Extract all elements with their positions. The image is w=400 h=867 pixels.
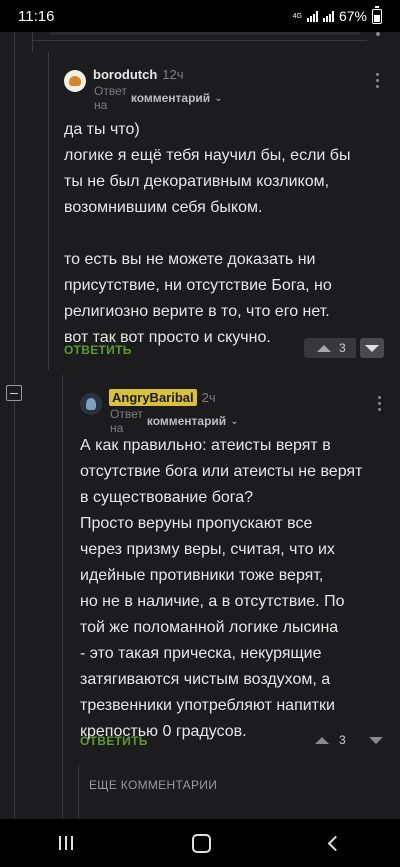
vote-controls: 3: [304, 338, 384, 358]
arrow-up-icon: [315, 736, 329, 744]
more-comments-link[interactable]: ЕЩЕ КОММЕНТАРИИ: [89, 778, 217, 792]
comment-body: А как правильно: атеисты верят в отсутст…: [80, 437, 363, 740]
system-nav-bar: [0, 819, 400, 867]
downvote-button[interactable]: [360, 338, 384, 358]
chevron-down-icon: ⌄: [230, 415, 239, 427]
recent-apps-icon[interactable]: [59, 836, 74, 850]
thread-line-level5: [78, 765, 79, 820]
comment-time: 12ч: [162, 66, 184, 82]
home-icon[interactable]: [191, 833, 211, 853]
app-screen: 11:16 4G 67% borodutch 12ч Ответ на комм…: [0, 0, 400, 867]
cat-avatar-icon[interactable]: [64, 70, 86, 92]
back-icon[interactable]: [327, 835, 343, 851]
status-icons: 4G 67%: [292, 5, 382, 24]
thread-line-level1: [14, 32, 15, 384]
author-name[interactable]: AngryBaribal: [109, 388, 197, 406]
signal-icon-2: [322, 10, 334, 22]
thread-line-level4: [62, 375, 63, 820]
minus-icon: [10, 392, 18, 394]
network-type: 4G: [292, 12, 302, 20]
reply-to-link[interactable]: Ответ на комментарий ⌄: [110, 407, 239, 435]
kebab-menu-icon-partial: [376, 32, 380, 36]
signal-icon: [306, 10, 318, 22]
rating-count: 3: [339, 733, 346, 747]
separator-top: [32, 40, 367, 41]
reply-to-target: комментарий: [146, 414, 227, 428]
downvote-button[interactable]: [364, 730, 388, 750]
reply-button[interactable]: ОТВЕТИТЬ: [64, 343, 132, 357]
comment-time: 2ч: [201, 389, 216, 405]
reply-to-target: комментарий: [130, 91, 211, 105]
rating-count: 3: [336, 338, 356, 358]
battery-icon: [372, 5, 382, 24]
status-bar: 11:16 4G 67%: [0, 0, 400, 32]
previous-comment-edge: [0, 32, 400, 44]
upvote-button[interactable]: [308, 730, 336, 750]
reply-to-prefix: Ответ на: [94, 84, 127, 112]
more-options-icon[interactable]: [378, 396, 382, 411]
reply-to-link[interactable]: Ответ на комментарий ⌄: [94, 84, 223, 112]
reply-to-prefix: Ответ на: [110, 407, 143, 435]
reply-button[interactable]: ОТВЕТИТЬ: [80, 734, 148, 748]
vote-controls: 3: [308, 730, 388, 750]
author-name[interactable]: borodutch: [93, 67, 157, 82]
arrow-down-icon: [365, 344, 379, 352]
thread-line-level2-top: [32, 32, 33, 52]
chevron-down-icon: ⌄: [214, 92, 223, 104]
more-options-icon[interactable]: [376, 73, 380, 88]
battery-fill: [374, 14, 380, 22]
status-time: 11:16: [18, 7, 55, 25]
arrow-up-icon: [317, 344, 331, 352]
arrow-down-icon: [369, 736, 383, 744]
thread-line-level3: [48, 52, 49, 370]
battery-percent: 67%: [338, 8, 367, 24]
user-avatar-icon[interactable]: [80, 393, 102, 415]
previous-comment-footer: [50, 32, 360, 35]
thread-line-level1-lower: [14, 402, 15, 820]
collapse-thread-button[interactable]: [6, 385, 22, 401]
comment-body: да ты что) логике я ещё тебя научил бы, …: [64, 121, 351, 346]
